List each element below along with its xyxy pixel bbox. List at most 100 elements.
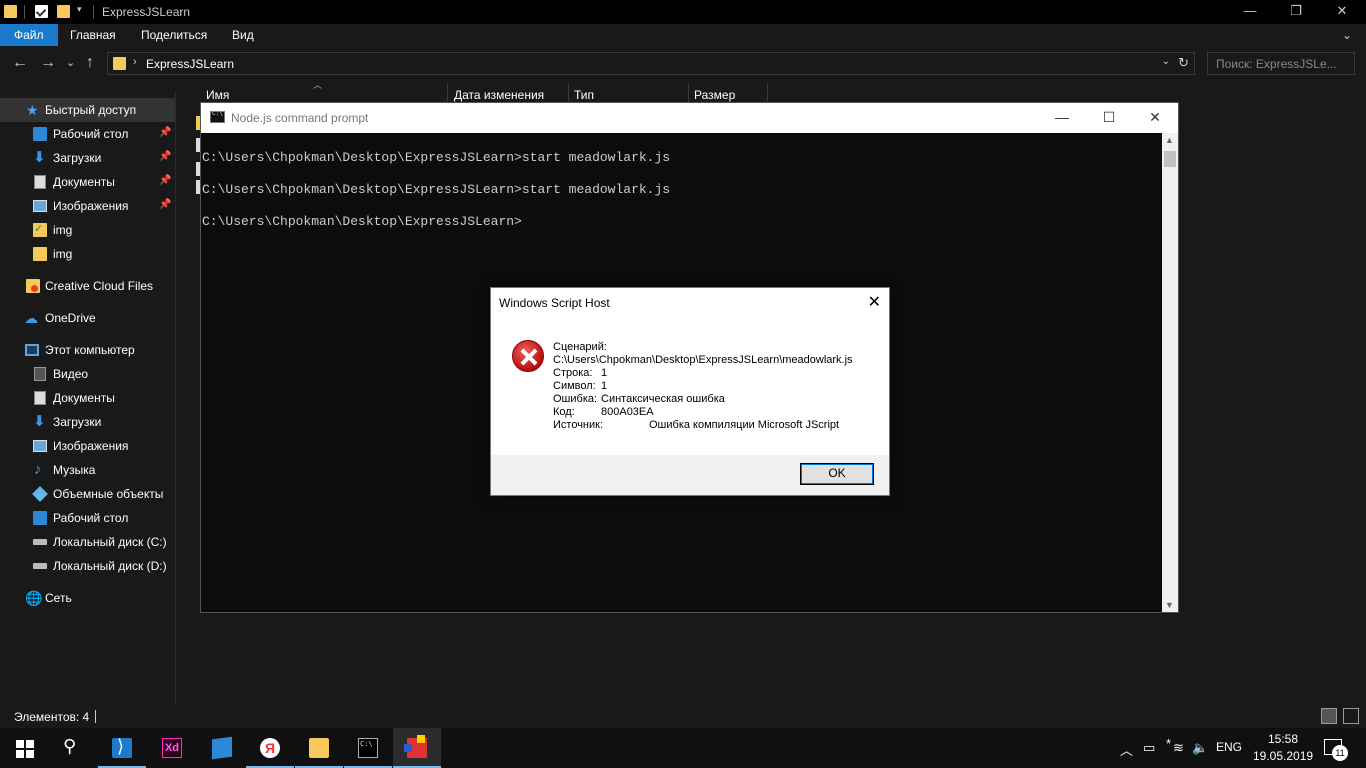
sidebar-item-pc-documents[interactable]: Документы — [0, 386, 175, 410]
adobe-xd-icon: Xd — [162, 738, 182, 758]
sidebar-item-img[interactable]: img — [0, 242, 175, 266]
tab-home[interactable]: Главная — [56, 24, 130, 46]
pin-icon[interactable]: 📌 — [159, 199, 171, 210]
sidebar-item-label: img — [53, 223, 73, 237]
sidebar-item-label: Документы — [53, 391, 115, 405]
close-button[interactable]: ✕ — [868, 292, 881, 312]
clock-time[interactable]: 15:58 — [1268, 732, 1298, 746]
sidebar-item-drive-d[interactable]: Локальный диск (D:) — [0, 554, 175, 578]
up-button[interactable]: ↑ — [86, 54, 94, 72]
sidebar-item-quick-access[interactable]: ★ Быстрый доступ — [0, 98, 175, 122]
column-header-date[interactable]: Дата изменения — [454, 88, 544, 102]
taskbar-adobe-xd[interactable]: Xd — [148, 728, 196, 768]
taskbar-command-prompt[interactable]: C:\ — [344, 728, 392, 768]
address-dropdown-icon[interactable]: ⌄ — [1162, 56, 1170, 67]
dialog-title: Windows Script Host — [499, 296, 610, 310]
scroll-up-icon[interactable]: ▲ — [1165, 135, 1174, 145]
search-button[interactable]: ⚲ — [48, 728, 96, 768]
taskbar-vscode[interactable] — [98, 728, 146, 768]
explorer-title-bar: ▾ ExpressJSLearn — ❐ ✕ — [0, 0, 1366, 24]
notification-count-badge[interactable]: 11 — [1332, 745, 1348, 761]
separator — [93, 5, 94, 19]
back-button[interactable]: ← — [12, 54, 28, 72]
taskbar-yandex-browser[interactable]: Я — [246, 728, 294, 768]
sidebar-item-documents[interactable]: Документы 📌 — [0, 170, 175, 194]
console-prompt-line: C:\Users\Chpokman\Desktop\ExpressJSLearn… — [202, 214, 522, 229]
sidebar-item-pc-pictures[interactable]: Изображения — [0, 434, 175, 458]
minimize-button[interactable]: — — [1227, 0, 1273, 24]
maximize-button[interactable]: ❐ — [1273, 0, 1319, 24]
tab-file[interactable]: Файл — [0, 24, 58, 46]
properties-icon[interactable] — [35, 5, 48, 18]
refresh-icon[interactable]: ↻ — [1178, 55, 1189, 71]
battery-icon[interactable]: ▭ — [1143, 740, 1155, 756]
volume-icon[interactable]: 🔈 — [1192, 740, 1208, 756]
breadcrumb-current-folder[interactable]: ExpressJSLearn — [146, 57, 234, 71]
sidebar-item-pc-downloads[interactable]: ⬇ Загрузки — [0, 410, 175, 434]
sidebar-item-pictures[interactable]: Изображения 📌 — [0, 194, 175, 218]
folder-icon — [4, 5, 17, 18]
clock-date[interactable]: 19.05.2019 — [1253, 749, 1313, 763]
sidebar-item-img-synced[interactable]: img — [0, 218, 175, 242]
sidebar-item-label: Видео — [53, 367, 89, 381]
show-hidden-icons-chevron[interactable]: ︿ — [1120, 740, 1133, 759]
minimize-button[interactable]: — — [1039, 103, 1085, 133]
sidebar-item-onedrive[interactable]: ☁ OneDrive — [0, 306, 175, 330]
console-scrollbar[interactable]: ▲ ▼ — [1162, 133, 1178, 612]
close-button[interactable]: ✕ — [1319, 0, 1365, 24]
customize-quick-access-icon[interactable]: ▾ — [77, 4, 82, 15]
sidebar-item-3d-objects[interactable]: Объемные объекты — [0, 482, 175, 506]
new-folder-icon[interactable] — [57, 5, 70, 18]
sidebar-item-label: Этот компьютер — [45, 343, 135, 357]
start-button[interactable] — [0, 728, 48, 768]
taskbar-file-explorer[interactable] — [295, 728, 343, 768]
details-view-button[interactable] — [1321, 708, 1337, 724]
large-icons-view-button[interactable] — [1343, 708, 1359, 724]
music-icon: ♪ — [34, 461, 42, 478]
taskbar-script-host[interactable] — [393, 728, 441, 768]
sidebar-item-pc-desktop[interactable]: Рабочий стол — [0, 506, 175, 530]
forward-button[interactable]: → — [40, 54, 56, 72]
separator — [95, 710, 96, 723]
scroll-thumb[interactable] — [1164, 151, 1176, 167]
tab-view[interactable]: Вид — [218, 24, 268, 46]
recent-locations-button[interactable]: ⌄ — [66, 56, 75, 69]
sidebar-item-label: Рабочий стол — [53, 511, 129, 525]
address-bar[interactable]: › ExpressJSLearn ⌄ ↻ — [107, 52, 1195, 75]
bluetooth-icon[interactable]: * — [1166, 736, 1171, 751]
search-input[interactable]: Поиск: ExpressJSLe... — [1207, 52, 1355, 75]
sidebar-item-network[interactable]: 🌐 Сеть — [0, 586, 175, 610]
pin-icon[interactable]: 📌 — [159, 127, 171, 138]
tab-share[interactable]: Поделиться — [127, 24, 221, 46]
sidebar-item-music[interactable]: ♪ Музыка — [0, 458, 175, 482]
sidebar-item-downloads[interactable]: ⬇ Загрузки 📌 — [0, 146, 175, 170]
sidebar-item-videos[interactable]: Видео — [0, 362, 175, 386]
folder-icon — [33, 247, 47, 261]
pin-icon[interactable]: 📌 — [159, 175, 171, 186]
wifi-icon[interactable]: ≋ — [1173, 740, 1184, 756]
close-button[interactable]: ✕ — [1132, 103, 1178, 133]
language-indicator[interactable]: ENG — [1216, 740, 1242, 754]
column-header-type[interactable]: Тип — [574, 88, 594, 102]
source-label: Источник: — [553, 419, 604, 431]
sidebar-item-desktop[interactable]: Рабочий стол 📌 — [0, 122, 175, 146]
error-icon — [512, 340, 544, 372]
ok-button[interactable]: OK — [800, 463, 874, 485]
column-header-name[interactable]: Имя — [206, 88, 229, 102]
expand-ribbon-icon[interactable]: ⌄ — [1342, 28, 1352, 42]
line-label: Строка: — [553, 367, 593, 379]
documents-icon — [34, 175, 46, 189]
downloads-icon: ⬇ — [33, 149, 46, 166]
pin-icon[interactable]: 📌 — [159, 151, 171, 162]
sidebar-item-label: Загрузки — [53, 415, 102, 429]
sidebar-item-creative-cloud[interactable]: Creative Cloud Files — [0, 274, 175, 298]
sidebar-item-drive-c[interactable]: Локальный диск (C:) — [0, 530, 175, 554]
console-line: C:\Users\Chpokman\Desktop\ExpressJSLearn… — [202, 150, 671, 165]
column-header-size[interactable]: Размер — [694, 88, 735, 102]
maximize-button[interactable]: ☐ — [1086, 103, 1132, 133]
sidebar-item-this-pc[interactable]: Этот компьютер — [0, 338, 175, 362]
taskbar-store[interactable] — [198, 728, 246, 768]
scroll-down-icon[interactable]: ▼ — [1165, 600, 1174, 610]
console-title-bar[interactable]: Node.js command prompt — ☐ ✕ — [201, 103, 1178, 133]
breadcrumb-separator[interactable]: › — [133, 56, 137, 68]
